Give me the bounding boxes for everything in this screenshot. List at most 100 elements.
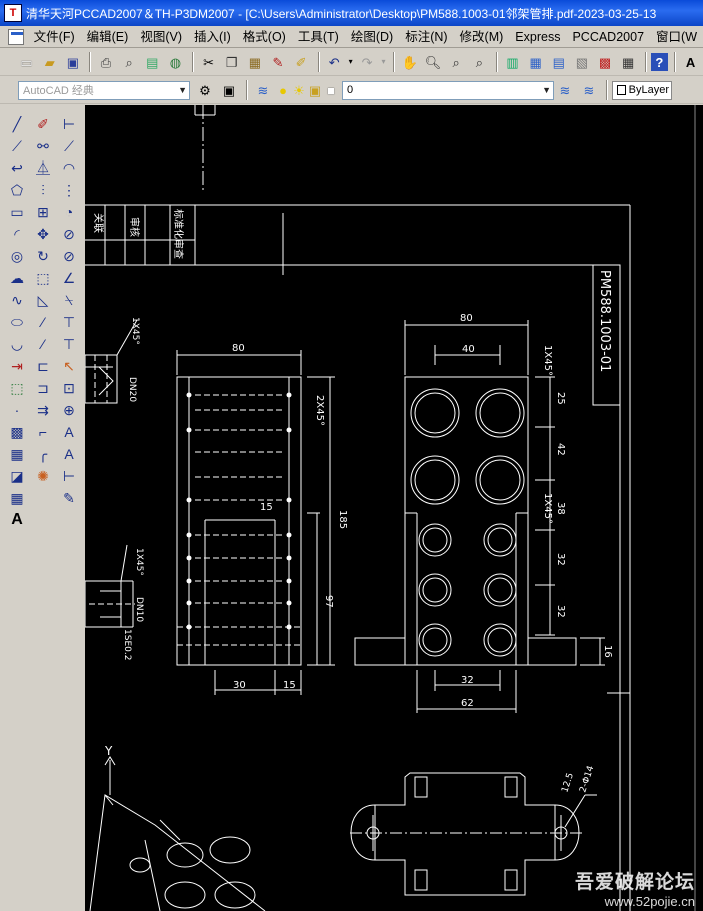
- trim-icon[interactable]: ⁄: [31, 311, 55, 333]
- offset-icon[interactable]: ⫶: [31, 179, 55, 201]
- menu-modify[interactable]: 修改(M): [454, 27, 510, 47]
- mirror-icon[interactable]: ⏅: [31, 157, 55, 179]
- match-properties-icon[interactable]: ✎: [267, 51, 288, 73]
- scale-icon[interactable]: ⬚: [31, 267, 55, 289]
- radius-dimension-icon[interactable]: ◔: [57, 201, 81, 223]
- circle-icon[interactable]: ◎: [5, 245, 29, 267]
- construction-line-icon[interactable]: ⟋: [5, 135, 29, 157]
- ordinate-dimension-icon[interactable]: ⋮: [57, 179, 81, 201]
- sun-icon[interactable]: ☀: [292, 79, 306, 101]
- cut-icon[interactable]: ✂: [198, 51, 219, 73]
- explode-icon[interactable]: ✺: [31, 465, 55, 487]
- table-icon[interactable]: ▦: [5, 487, 29, 509]
- erase-icon[interactable]: ✐: [31, 113, 55, 135]
- print-preview-icon[interactable]: ⌕: [119, 51, 140, 73]
- publish-icon[interactable]: ▤: [142, 51, 163, 73]
- quick-dimension-icon[interactable]: ⍀: [57, 289, 81, 311]
- baseline-dimension-icon[interactable]: ⊤: [57, 311, 81, 333]
- menu-tools[interactable]: 工具(T): [292, 27, 345, 47]
- design-center-icon[interactable]: ▦: [525, 51, 546, 73]
- dimension-edit-icon[interactable]: A: [57, 421, 81, 443]
- sheet-set-icon[interactable]: ▧: [571, 51, 592, 73]
- zoom-previous-icon[interactable]: ⌕: [469, 51, 490, 73]
- ellipse-arc-icon[interactable]: ◡: [5, 333, 29, 355]
- region-icon[interactable]: ◪: [5, 465, 29, 487]
- polyline-icon[interactable]: ↩: [5, 157, 29, 179]
- menu-view[interactable]: 视图(V): [134, 27, 188, 47]
- open-icon[interactable]: ▰: [39, 51, 60, 73]
- properties-icon[interactable]: ▥: [502, 51, 523, 73]
- ellipse-icon[interactable]: ⬭: [5, 311, 29, 333]
- tool-palette-icon[interactable]: ▤: [548, 51, 569, 73]
- make-current-layer-icon[interactable]: ≋: [554, 79, 576, 101]
- hatch-icon[interactable]: ▩: [5, 421, 29, 443]
- jogged-dimension-icon[interactable]: ⊘: [57, 223, 81, 245]
- globe-icon[interactable]: ◍: [165, 51, 186, 73]
- menu-file[interactable]: 文件(F): [28, 27, 81, 47]
- layer-manager-icon[interactable]: ≋: [252, 79, 274, 101]
- calculator-icon[interactable]: ▦: [618, 51, 639, 73]
- array-icon[interactable]: ⊞: [31, 201, 55, 223]
- undo-dropdown-icon[interactable]: ▾: [347, 51, 355, 73]
- line-icon[interactable]: ╱: [5, 113, 29, 135]
- pan-icon[interactable]: ✋: [399, 51, 420, 73]
- rectangle-icon[interactable]: ▭: [5, 201, 29, 223]
- workspace-save-icon[interactable]: ▣: [218, 79, 240, 101]
- paste-icon[interactable]: ▦: [244, 51, 265, 73]
- save-icon[interactable]: ▣: [62, 51, 83, 73]
- revision-cloud-icon[interactable]: ☁: [5, 267, 29, 289]
- fillet-icon[interactable]: ╭: [31, 443, 55, 465]
- arc-length-icon[interactable]: ◠: [57, 157, 81, 179]
- dimension-update-icon[interactable]: ⊢: [57, 465, 81, 487]
- menu-express[interactable]: Express: [509, 27, 566, 47]
- redo-icon[interactable]: ↷: [357, 51, 378, 73]
- print-icon[interactable]: ⎙: [95, 51, 116, 73]
- menu-insert[interactable]: 插入(I): [188, 27, 237, 47]
- extend-icon[interactable]: ⁄: [31, 333, 55, 355]
- help-icon[interactable]: ?: [650, 53, 669, 71]
- menu-edit[interactable]: 编辑(E): [81, 27, 135, 47]
- aligned-dimension-icon[interactable]: ⟋: [57, 135, 81, 157]
- break-at-point-icon[interactable]: ⊏: [31, 355, 55, 377]
- lightbulb-icon[interactable]: ●: [276, 79, 290, 101]
- zoom-realtime-icon[interactable]: 🔍︎: [422, 51, 443, 73]
- polygon-icon[interactable]: ⬠: [5, 179, 29, 201]
- center-mark-icon[interactable]: ⊕: [57, 399, 81, 421]
- diameter-dimension-icon[interactable]: ⊘: [57, 245, 81, 267]
- join-icon[interactable]: ⇉: [31, 399, 55, 421]
- angular-dimension-icon[interactable]: ∠: [57, 267, 81, 289]
- rotate-icon[interactable]: ↻: [31, 245, 55, 267]
- stretch-icon[interactable]: ◺: [31, 289, 55, 311]
- workspace-select[interactable]: AutoCAD 经典 ▼: [18, 80, 190, 100]
- lock-icon[interactable]: ▣: [308, 79, 322, 101]
- copy-object-icon[interactable]: ⚯: [31, 135, 55, 157]
- workspace-settings-icon[interactable]: ⚙: [194, 79, 216, 101]
- dimension-text-edit-icon[interactable]: A: [57, 443, 81, 465]
- spline-icon[interactable]: ∿: [5, 289, 29, 311]
- move-icon[interactable]: ✥: [31, 223, 55, 245]
- continue-dimension-icon[interactable]: ⊤: [57, 333, 81, 355]
- menu-window[interactable]: 窗口(W: [650, 27, 703, 47]
- drawing-canvas[interactable]: 关联 审核 标准化审查 PM588.1003-01 1X45° DN20 1X4: [85, 105, 703, 911]
- redo-dropdown-icon[interactable]: ▾: [380, 51, 388, 73]
- menu-draw[interactable]: 绘图(D): [345, 27, 399, 47]
- menu-dimension[interactable]: 标注(N): [399, 27, 453, 47]
- copy-icon[interactable]: ❐: [221, 51, 242, 73]
- dimension-style-icon[interactable]: ✎: [57, 487, 81, 509]
- layer-previous-icon[interactable]: ≋: [578, 79, 600, 101]
- markup-icon[interactable]: ▩: [594, 51, 615, 73]
- tolerance-icon[interactable]: ⊡: [57, 377, 81, 399]
- zoom-window-icon[interactable]: ⌕: [446, 51, 467, 73]
- gradient-icon[interactable]: ▦: [5, 443, 29, 465]
- make-block-icon[interactable]: ⬚: [5, 377, 29, 399]
- insert-block-icon[interactable]: ⇥: [5, 355, 29, 377]
- undo-icon[interactable]: ↶: [324, 51, 345, 73]
- block-editor-icon[interactable]: ✐: [291, 51, 312, 73]
- layer-color-icon[interactable]: ■: [324, 79, 338, 101]
- menu-format[interactable]: 格式(O): [237, 27, 292, 47]
- document-icon[interactable]: [8, 28, 24, 45]
- point-icon[interactable]: ·: [5, 399, 29, 421]
- linear-dimension-icon[interactable]: ⊢: [57, 113, 81, 135]
- chamfer-icon[interactable]: ⌐: [31, 421, 55, 443]
- quick-leader-icon[interactable]: ↖: [57, 355, 81, 377]
